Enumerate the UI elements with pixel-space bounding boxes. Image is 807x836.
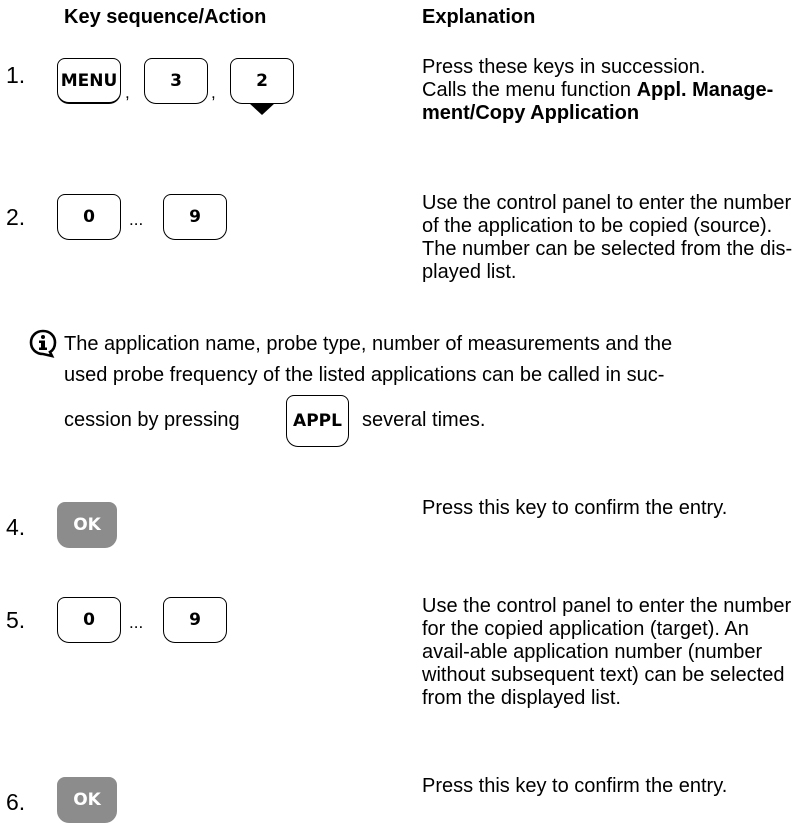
appl-key[interactable]: APPL xyxy=(286,395,349,447)
column-header-explanation: Explanation xyxy=(422,6,536,28)
step-number: 2. xyxy=(6,204,26,230)
step-explanation: Press this key to confirm the entry. xyxy=(422,775,728,797)
menu-key[interactable]: MENU xyxy=(57,58,121,104)
key-9[interactable]: 9 xyxy=(163,597,227,643)
key-0[interactable]: 0 xyxy=(57,597,121,643)
key-separator: ... xyxy=(129,210,144,229)
step-explanation: Press these keys in succession. Calls th… xyxy=(422,56,774,124)
step-number: 4. xyxy=(6,514,26,540)
step-explanation: Use the control panel to enter the numbe… xyxy=(422,192,793,283)
step-number: 1. xyxy=(6,62,26,88)
step-explanation: Use the control panel to enter the numbe… xyxy=(422,595,792,709)
key-3[interactable]: 3 xyxy=(144,58,208,104)
ok-key[interactable]: OK xyxy=(57,777,117,823)
column-header-key-sequence: Key sequence/Action xyxy=(64,6,267,28)
key-separator: , xyxy=(125,83,130,102)
step-number: 6. xyxy=(6,789,26,815)
note-line: The application name, probe type, number… xyxy=(64,333,673,355)
key-2[interactable]: 2 xyxy=(230,58,294,104)
note-line: used probe frequency of the listed appli… xyxy=(64,364,665,386)
key-separator: , xyxy=(211,83,216,102)
step-explanation: Press this key to confirm the entry. xyxy=(422,497,728,519)
down-arrow-icon xyxy=(249,103,275,115)
key-separator: ... xyxy=(129,613,144,632)
ok-key[interactable]: OK xyxy=(57,502,117,548)
note-line: cession by pressing xyxy=(64,409,240,431)
note-line: several times. xyxy=(362,409,486,431)
key-0[interactable]: 0 xyxy=(57,194,121,240)
info-icon xyxy=(28,328,58,358)
step-number: 5. xyxy=(6,607,26,633)
key-9[interactable]: 9 xyxy=(163,194,227,240)
